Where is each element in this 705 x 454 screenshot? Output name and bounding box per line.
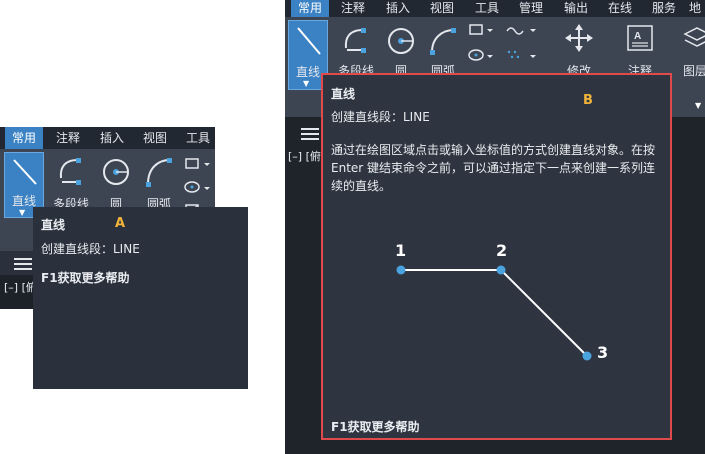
tab-annotation[interactable]: 注释 <box>50 127 86 149</box>
tab-common[interactable]: 常用 <box>5 127 43 149</box>
tooltip-description: 通过在绘图区域点击或输入坐标值的方式创建直线对象。在按 Enter 键结束命令之… <box>331 143 656 193</box>
point-marker-3 <box>582 351 592 361</box>
menu-icon[interactable] <box>14 255 32 273</box>
move-icon <box>565 24 593 52</box>
polyline-tool-button[interactable]: 多段线 <box>48 152 94 212</box>
arc-icon <box>146 158 172 187</box>
chevron-down-icon: ▼ <box>695 101 702 110</box>
tab-view[interactable]: 视图 <box>136 127 174 149</box>
layer-tool-button[interactable]: 图层 <box>679 20 705 90</box>
ribbon-tab-bar: 常用 注释 插入 视图 工具 管理 输出 在线 服务 地 <box>285 0 705 17</box>
tab-annotation[interactable]: 注释 <box>335 0 371 17</box>
small-draw-tools[interactable] <box>467 21 547 69</box>
tab-map[interactable]: 地 <box>689 0 705 17</box>
tooltip-a: 直线 A 创建直线段：LINE F1获取更多帮助 <box>33 207 248 389</box>
tooltip-b: 直线 B 创建直线段：LINE 通过在绘图区域点击或输入坐标值的方式创建直线对象… <box>321 73 672 440</box>
viewport-control-label[interactable]: [–] [俯 <box>288 148 321 164</box>
point-label-1: 1 <box>395 241 407 260</box>
point-label-2: 2 <box>496 241 508 260</box>
tab-service[interactable]: 服务 <box>645 0 683 17</box>
circle-icon <box>103 159 129 185</box>
viewport-control-label[interactable]: [–] [俯 <box>4 279 37 295</box>
polyline-tool-button[interactable]: 多段线 <box>333 20 379 80</box>
line-icon <box>297 27 321 55</box>
tooltip-command: 创建直线段：LINE <box>331 110 430 124</box>
tab-tools[interactable]: 工具 <box>469 0 505 17</box>
arc-icon <box>430 28 456 55</box>
svg-text:A: A <box>634 31 641 42</box>
polyline-icon <box>344 28 366 53</box>
line-icon <box>13 159 37 185</box>
layers-icon <box>683 27 705 47</box>
callout-label-b: B <box>583 93 593 108</box>
tab-manage[interactable]: 管理 <box>513 0 549 17</box>
tab-insert[interactable]: 插入 <box>93 127 131 149</box>
tooltip-help: F1获取更多帮助 <box>41 271 130 285</box>
menu-icon[interactable] <box>301 125 319 143</box>
tab-output[interactable]: 输出 <box>558 0 594 17</box>
point-marker-1 <box>396 265 406 275</box>
layer-tool-label: 图层 <box>683 64 705 78</box>
callout-label-a: A <box>115 216 126 231</box>
text-icon: A <box>627 25 653 51</box>
point-marker-2 <box>496 265 506 275</box>
tooltip-help: F1获取更多帮助 <box>331 420 420 434</box>
polyline-icon <box>59 158 81 185</box>
point-label-3: 3 <box>597 343 609 362</box>
tab-view[interactable]: 视图 <box>423 0 461 17</box>
tooltip-command: 创建直线段：LINE <box>41 242 140 256</box>
tab-tools[interactable]: 工具 <box>181 127 215 149</box>
ribbon-tab-bar: 常用 注释 插入 视图 工具 <box>0 127 215 149</box>
tab-insert[interactable]: 插入 <box>378 0 418 17</box>
chevron-down-icon: ▼ <box>303 79 310 88</box>
circle-icon <box>388 28 414 54</box>
tab-common[interactable]: 常用 <box>291 0 329 17</box>
tooltip-title: 直线 <box>331 87 356 101</box>
tab-online[interactable]: 在线 <box>602 0 638 17</box>
tooltip-title: 直线 <box>41 218 66 232</box>
chevron-down-icon: ▼ <box>19 208 26 217</box>
